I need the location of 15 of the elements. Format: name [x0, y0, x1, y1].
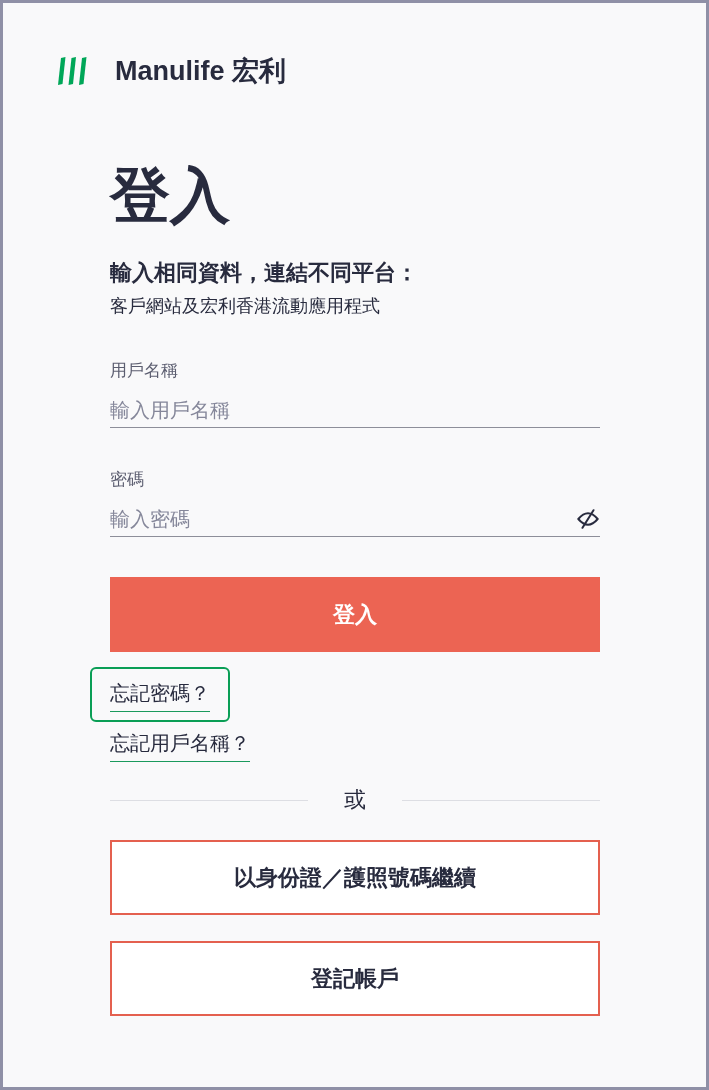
intro-subtext: 客戶網站及宏利香港流動應用程式 — [110, 294, 380, 318]
forgot-password-link[interactable]: 忘記密碼？ — [110, 679, 210, 712]
forgot-username-link[interactable]: 忘記用戶名稱？ — [110, 729, 250, 762]
brand-name: Manulife 宏利 — [115, 57, 286, 85]
eye-slash-icon[interactable] — [577, 509, 599, 529]
id-continue-button[interactable]: 以身份證／護照號碼繼續 — [110, 840, 600, 915]
username-field[interactable]: 輸入用戶名稱 — [110, 392, 600, 428]
logo-icon — [58, 57, 88, 85]
password-field[interactable]: 輸入密碼 — [110, 501, 600, 537]
field-label: 密碼 — [110, 468, 144, 490]
register-button[interactable]: 登記帳戶 — [110, 941, 600, 1016]
page-title: 登入 — [110, 159, 230, 231]
or-label: 或 — [344, 786, 366, 814]
intro-heading: 輸入相同資料，連結不同平台： — [110, 259, 418, 287]
field-label: 用戶名稱 — [110, 359, 178, 381]
